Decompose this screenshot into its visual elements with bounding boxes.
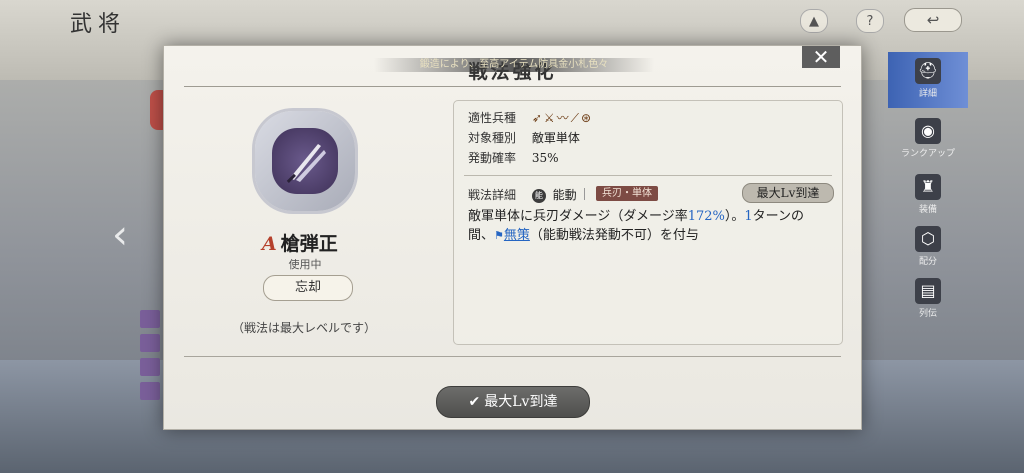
close-button[interactable]: ✕ <box>802 46 840 68</box>
rankup-icon: ◉ <box>915 118 941 144</box>
armor-icon: ♜ <box>915 174 941 200</box>
skill-upgrade-dialog: 戦法強化 鍛造により、至高アイテム防具金小札色々 ✕ A 槍弾正 使用中 忘却 （… <box>163 45 862 430</box>
chance-label: 発動確率 <box>468 151 517 165</box>
damage-rate: 172% <box>687 209 725 224</box>
skill-type: 能動 <box>552 188 577 202</box>
status-effect-link[interactable]: 無策 <box>504 228 530 243</box>
rail-label: 装備 <box>918 205 937 215</box>
unit-type-label: 適性兵種 <box>468 111 517 125</box>
screen-title: 武将 <box>70 12 127 37</box>
allocate-icon: ⬡ <box>915 226 941 252</box>
sword-icon <box>286 144 326 183</box>
book-icon: ▤ <box>915 278 941 304</box>
skill-info-box: 適性兵種 ➶⚔〰⟋⊛ 対象種別 敵軍単体 発動確率 35% 戦法詳細 能 能動 … <box>453 100 843 345</box>
skill-description: 敵軍単体に兵刃ダメージ（ダメージ率172%）。1ターンの間、⚑無策（能動戦法発動… <box>468 207 828 245</box>
rail-label: 詳細 <box>918 89 937 99</box>
announcement-ticker: 鍛造により、至高アイテム防具金小札色々 <box>374 58 654 72</box>
desc-text: （能動戦法発動不可）を付与 <box>529 228 699 243</box>
max-level-note: （戦法は最大レベルです） <box>231 321 376 335</box>
flag-icon: ⚑ <box>494 229 504 242</box>
skill-title: 槍弾正 <box>280 233 338 255</box>
unit-type-row: 適性兵種 ➶⚔〰⟋⊛ <box>468 109 593 126</box>
max-level-button[interactable]: ✔ 最大Lv到達 <box>436 386 590 418</box>
turn-count: 1 <box>744 209 753 224</box>
rail-item-biography[interactable]: ▤ 列伝 <box>888 272 968 328</box>
rail-item-allocate[interactable]: ⬡ 配分 <box>888 220 968 276</box>
max-level-button-label: 最大Lv到達 <box>484 394 558 410</box>
back-button[interactable]: ↩ <box>904 8 962 32</box>
target-value: 敵軍単体 <box>531 131 580 145</box>
chance-value: 35% <box>531 151 559 165</box>
skill-rank: A <box>262 233 277 255</box>
max-level-badge: 最大Lv到達 <box>742 183 834 203</box>
left-skill-strip <box>140 310 164 430</box>
rail-item-rankup[interactable]: ◉ ランクアップ <box>888 112 968 168</box>
bottom-divider <box>184 356 841 357</box>
right-rail: ⛑ 詳細 ◉ ランクアップ ♜ 装備 ⬡ 配分 ▤ 列伝 <box>888 40 968 340</box>
help-icon[interactable]: ? <box>856 9 884 33</box>
rail-label: 配分 <box>918 257 937 267</box>
target-row: 対象種別 敵軍単体 <box>468 129 580 146</box>
target-label: 対象種別 <box>468 131 517 145</box>
check-icon: ✔ <box>468 394 481 410</box>
detail-separator <box>584 188 585 200</box>
desc-text: ）。 <box>724 209 745 224</box>
home-icon[interactable]: ▲ <box>800 9 828 33</box>
detail-row: 戦法詳細 能 能動 <box>468 186 577 203</box>
rail-item-detail[interactable]: ⛑ 詳細 <box>888 52 968 108</box>
title-divider <box>184 86 841 87</box>
skill-status: 使用中 <box>288 258 322 271</box>
skill-name: A 槍弾正 <box>262 229 338 256</box>
desc-text: 敵軍単体に兵刃ダメージ（ダメージ率 <box>468 209 688 224</box>
rail-label: ランクアップ <box>900 149 955 159</box>
rail-label: 列伝 <box>918 309 937 319</box>
unit-type-icons: ➶⚔〰⟋⊛ <box>531 111 594 125</box>
chance-row: 発動確率 35% <box>468 149 559 166</box>
forget-button[interactable]: 忘却 <box>263 275 353 301</box>
rail-item-equip[interactable]: ♜ 装備 <box>888 168 968 224</box>
detail-label: 戦法詳細 <box>468 188 517 202</box>
helmet-icon: ⛑ <box>915 58 941 84</box>
damage-tag: 兵刃・単体 <box>596 186 658 201</box>
info-divider <box>464 175 832 176</box>
prev-arrow-icon[interactable]: ‹ <box>112 212 128 258</box>
active-type-icon: 能 <box>531 188 546 203</box>
